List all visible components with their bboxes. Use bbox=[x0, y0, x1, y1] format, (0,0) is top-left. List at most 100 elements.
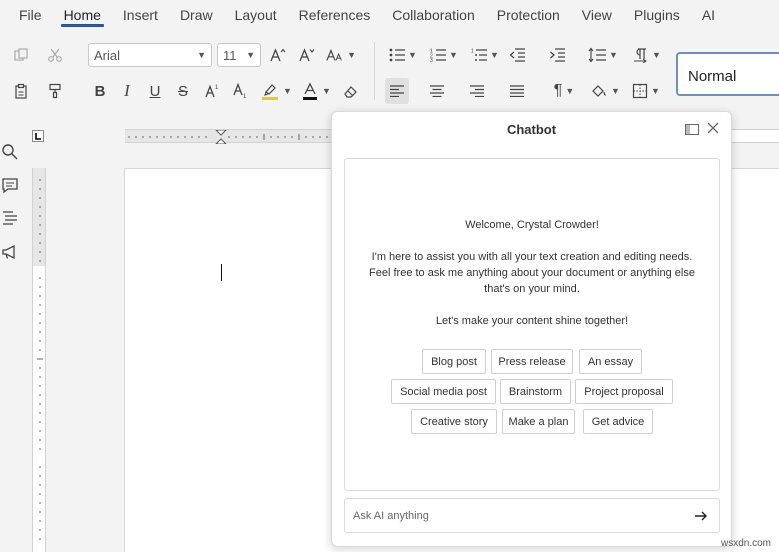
intro-line: that's on your mind. bbox=[484, 283, 580, 295]
toolbar: Arial ▼ 11 ▼ ▼ B I U S 1 1 ▼ ▼ ▼ 123 ▼ 1… bbox=[0, 32, 779, 110]
suggestion-press-release[interactable]: Press release bbox=[491, 349, 573, 374]
chevron-down-icon: ▼ bbox=[197, 50, 206, 60]
style-normal-label: Normal bbox=[688, 68, 737, 85]
cut-icon[interactable] bbox=[44, 42, 66, 68]
superscript-icon[interactable]: 1 bbox=[202, 78, 224, 104]
menu-home[interactable]: Home bbox=[53, 0, 112, 32]
comments-icon[interactable] bbox=[1, 177, 19, 195]
font-size-value: 11 bbox=[223, 47, 237, 63]
suggestion-get-advice[interactable]: Get advice bbox=[583, 409, 653, 434]
dock-panel-icon[interactable] bbox=[685, 123, 699, 135]
menu-draw[interactable]: Draw bbox=[169, 0, 224, 32]
line-spacing-icon[interactable]: ▼ bbox=[586, 42, 620, 68]
style-normal-box[interactable]: Normal bbox=[676, 52, 779, 96]
svg-text:1: 1 bbox=[471, 49, 474, 55]
chat-input-box bbox=[344, 498, 720, 533]
font-name-value: Arial bbox=[94, 47, 121, 63]
intro-line: Feel free to ask me anything about your … bbox=[369, 267, 695, 279]
suggestion-brainstorm[interactable]: Brainstorm bbox=[500, 379, 571, 404]
menu-ai[interactable]: AI bbox=[691, 0, 726, 32]
bold-icon[interactable]: B bbox=[90, 78, 110, 104]
italic-icon[interactable]: I bbox=[117, 78, 137, 104]
underline-icon[interactable]: U bbox=[145, 78, 165, 104]
bullet-list-icon[interactable]: ▼ bbox=[386, 42, 420, 68]
menu-collaboration[interactable]: Collaboration bbox=[381, 0, 486, 32]
chevron-down-icon: ▼ bbox=[322, 86, 331, 96]
intro-line: I'm here to assist you with all your tex… bbox=[371, 251, 693, 263]
tab-stop-selector[interactable] bbox=[32, 130, 44, 142]
chevron-down-icon: ▼ bbox=[565, 86, 575, 96]
clear-formatting-icon[interactable] bbox=[340, 78, 362, 104]
chevron-down-icon: ▼ bbox=[347, 50, 356, 60]
suggestion-blog-post[interactable]: Blog post bbox=[422, 349, 486, 374]
copy-icon[interactable] bbox=[10, 42, 32, 68]
align-center-icon[interactable] bbox=[425, 78, 449, 104]
numbered-list-icon[interactable]: 123 ▼ bbox=[427, 42, 461, 68]
menu-layout[interactable]: Layout bbox=[224, 0, 288, 32]
font-color-icon[interactable]: ▼ bbox=[299, 78, 333, 104]
ask-ai-input[interactable] bbox=[353, 507, 673, 525]
text-cursor bbox=[221, 264, 222, 281]
horizontal-ruler-right bbox=[730, 129, 779, 143]
borders-icon[interactable]: ▼ bbox=[628, 78, 664, 104]
chatbot-title: Chatbot bbox=[506, 122, 557, 137]
pilcrow-glyph: ¶ bbox=[553, 82, 563, 99]
menu-insert[interactable]: Insert bbox=[112, 0, 169, 32]
highlight-color-icon[interactable]: ▼ bbox=[257, 78, 295, 104]
text-direction-icon[interactable]: ▼ bbox=[628, 42, 664, 68]
chevron-down-icon: ▼ bbox=[246, 50, 255, 60]
chevron-down-icon: ▼ bbox=[609, 50, 618, 60]
subscript-icon[interactable]: 1 bbox=[230, 78, 252, 104]
change-case-icon[interactable]: ▼ bbox=[326, 42, 356, 68]
horizontal-ruler[interactable] bbox=[125, 129, 335, 145]
chevron-down-icon: ▼ bbox=[611, 86, 620, 96]
feedback-megaphone-icon[interactable] bbox=[1, 243, 19, 261]
left-sidebar bbox=[0, 110, 22, 552]
paste-icon[interactable] bbox=[10, 78, 32, 104]
close-icon[interactable] bbox=[706, 121, 720, 135]
svg-text:1: 1 bbox=[215, 85, 219, 91]
chatbot-panel: Chatbot Welcome, Crystal Crowder! I'm he… bbox=[331, 111, 732, 547]
decrease-indent-icon[interactable] bbox=[506, 42, 528, 68]
svg-text:1: 1 bbox=[243, 94, 247, 99]
menu-file[interactable]: File bbox=[8, 0, 53, 32]
chevron-down-icon: ▼ bbox=[652, 50, 661, 60]
align-right-icon[interactable] bbox=[465, 78, 489, 104]
chevron-down-icon: ▼ bbox=[408, 50, 417, 60]
welcome-message: Welcome, Crystal Crowder! bbox=[465, 219, 599, 231]
format-painter-icon[interactable] bbox=[44, 78, 66, 104]
chevron-down-icon: ▼ bbox=[651, 86, 660, 96]
align-left-icon[interactable] bbox=[385, 78, 409, 104]
menu-references[interactable]: References bbox=[288, 0, 382, 32]
suggestion-an-essay[interactable]: An essay bbox=[579, 349, 642, 374]
menu-protection[interactable]: Protection bbox=[486, 0, 571, 32]
closing-message: Let's make your content shine together! bbox=[435, 315, 629, 327]
headings-navigation-icon[interactable] bbox=[1, 209, 19, 227]
chevron-down-icon: ▼ bbox=[490, 50, 499, 60]
increase-indent-icon[interactable] bbox=[546, 42, 568, 68]
decrease-font-icon[interactable] bbox=[297, 42, 317, 68]
suggestion-make-a-plan[interactable]: Make a plan bbox=[502, 409, 575, 434]
vertical-ruler-margin bbox=[32, 168, 46, 266]
suggestion-project-proposal[interactable]: Project proposal bbox=[575, 379, 673, 404]
font-size-select[interactable]: 11 ▼ bbox=[217, 43, 261, 67]
chat-conversation-area: Welcome, Crystal Crowder! I'm here to as… bbox=[344, 158, 720, 491]
watermark: wsxdn.com bbox=[721, 538, 772, 549]
chevron-down-icon: ▼ bbox=[449, 50, 458, 60]
menu-view[interactable]: View bbox=[571, 0, 623, 32]
font-name-select[interactable]: Arial ▼ bbox=[88, 43, 212, 67]
justify-icon[interactable] bbox=[505, 78, 529, 104]
increase-font-icon[interactable] bbox=[268, 42, 288, 68]
menu-plugins[interactable]: Plugins bbox=[623, 0, 691, 32]
suggestion-social-media-post[interactable]: Social media post bbox=[391, 379, 496, 404]
menu-bar: File Home Insert Draw Layout References … bbox=[0, 0, 779, 32]
suggestion-creative-story[interactable]: Creative story bbox=[411, 409, 497, 434]
send-arrow-icon[interactable] bbox=[694, 510, 708, 522]
svg-text:3: 3 bbox=[430, 58, 433, 62]
shading-icon[interactable]: ▼ bbox=[587, 78, 623, 104]
search-icon[interactable] bbox=[1, 143, 19, 161]
strikethrough-icon[interactable]: S bbox=[173, 78, 193, 104]
multilevel-list-icon[interactable]: 1 ▼ bbox=[468, 42, 502, 68]
paragraph-mark-icon[interactable]: ¶ ▼ bbox=[547, 78, 581, 104]
toolbar-separator bbox=[374, 42, 375, 100]
